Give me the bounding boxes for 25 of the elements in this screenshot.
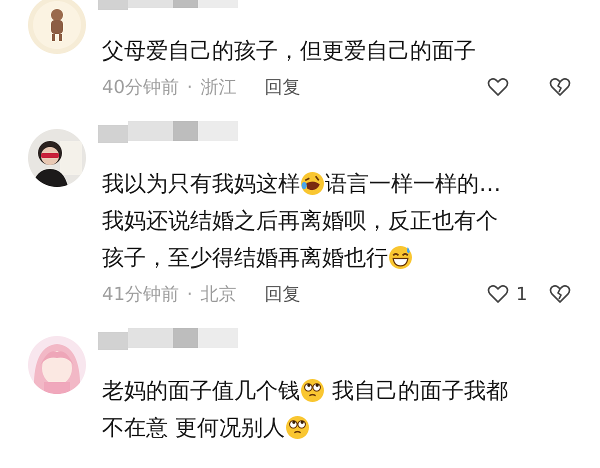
comment-text: 老妈的面子值几个钱 — [102, 378, 300, 406]
separator-dot: · — [186, 284, 193, 304]
comment-text: 父母爱自己的孩子，但更爱自己的面子 — [102, 38, 476, 66]
separator-dot: · — [186, 76, 193, 98]
broken-heart-icon[interactable] — [548, 282, 572, 306]
comment-location: 北京 — [200, 283, 237, 306]
comment-text: 我自己的面子我都 — [330, 378, 508, 406]
comment-text: 语言一样一样的… — [325, 170, 501, 198]
eye-roll-emoji-icon — [285, 415, 310, 440]
comment-time: 40分钟前 — [102, 76, 179, 99]
reply-link[interactable]: 回复 — [264, 75, 301, 99]
heart-icon[interactable] — [486, 75, 510, 99]
comment-text: 孩子，至少得结婚再离婚也行 — [102, 244, 388, 272]
broken-heart-icon[interactable] — [548, 75, 572, 99]
rolling-laughing-emoji-icon — [300, 171, 325, 196]
heart-icon[interactable] — [486, 282, 510, 306]
comment-location: 浙江 — [200, 76, 237, 99]
comment-time: 41分钟前 — [102, 283, 179, 306]
comment-text: 不在意 更何况别人 — [102, 414, 285, 442]
sweat-smile-emoji-icon — [388, 245, 413, 270]
comment-text: 我妈还说结婚之后再离婚呗，反正也有个 — [102, 208, 498, 236]
reply-link[interactable]: 回复 — [264, 282, 301, 306]
like-count: 1 — [516, 284, 528, 304]
eye-roll-emoji-icon — [300, 378, 325, 403]
comment-text: 我以为只有我妈这样 — [102, 170, 300, 198]
